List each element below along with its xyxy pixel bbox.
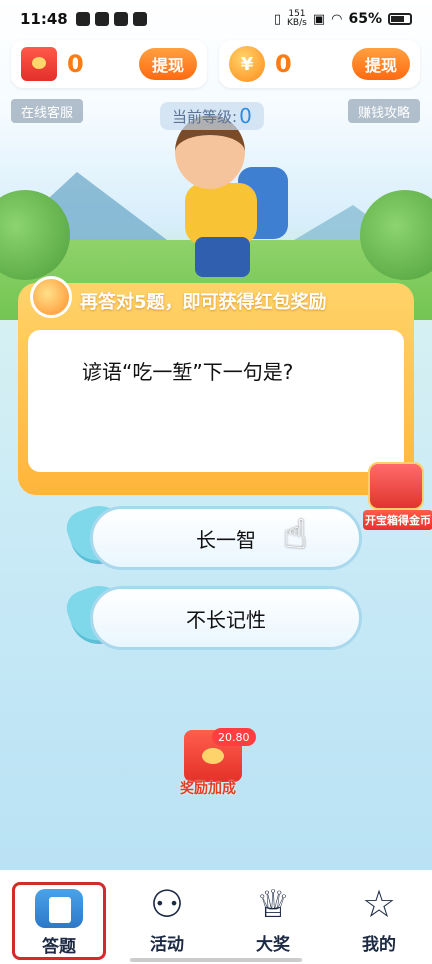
reward-bonus-badge: 20.80 [212,728,256,746]
wifi-icon: ◠ [331,11,343,27]
question-text: 谚语“吃一堑”下一句是? [82,360,294,384]
vibrate-icon: ▯ [273,11,282,27]
nav-tab-quiz[interactable]: 答题 [12,882,106,960]
treasure-label[interactable]: 开宝箱得金币 [363,510,432,530]
coin-balance: 0 [275,50,292,78]
answer-option-2[interactable]: 不长记性 [90,586,362,650]
nav-tab-mine[interactable]: ☆ 我的 [334,882,424,960]
battery-icon [388,13,412,25]
nav-label: 大奖 [256,935,290,955]
question-card [28,330,404,472]
nav-label: 答题 [42,937,76,957]
book-icon [35,889,83,928]
balloons-icon: ⚇ [149,882,185,926]
coin-withdraw-button[interactable]: 提现 [352,48,410,80]
battery-percent: 65% [348,11,382,27]
nav-label: 我的 [362,935,396,955]
star-face-icon: ☆ [361,882,397,926]
coin-icon: ¥ [229,46,265,82]
gallery-icon [132,12,147,26]
level-label: 当前等级: [172,107,238,126]
status-time: 11:48 [20,10,68,28]
coin-balance-card: ¥ 0 提现 [219,40,420,88]
earning-strategy-button[interactable]: 赚钱攻略 [348,99,421,123]
nav-tab-prize[interactable]: ♕ 大奖 [228,882,318,960]
nav-tab-activity[interactable]: ⚇ 活动 [122,882,212,960]
app-icon [113,12,128,26]
current-level: 当前等级: 0 [160,102,264,130]
network-speed: 151 KB/s [287,9,307,28]
pointing-hand-icon: ☝ [283,512,308,558]
status-bar: 11:48 ▯ 151 KB/s ▣ ◠ 65% [0,0,432,38]
redpack-balance: 0 [67,50,84,78]
red-envelope-icon [21,47,57,81]
sim-icon: ▣ [312,11,326,27]
reward-bonus-label[interactable]: 奖励加成 [180,778,236,798]
megaphone-icon [30,276,72,318]
promo-text: 再答对5题，即可获得红包奖励 [80,292,327,313]
home-indicator [130,958,302,962]
play-icon [94,12,109,26]
online-service-button[interactable]: 在线客服 [11,99,84,123]
level-value: 0 [239,104,252,128]
redpack-balance-card: 0 提现 [11,40,207,88]
nav-label: 活动 [150,935,184,955]
trophy-icon: ♕ [255,882,291,926]
notification-icon [75,12,90,26]
bottom-nav: 答题 ⚇ 活动 ♕ 大奖 ☆ 我的 [0,870,432,964]
treasure-chest-icon[interactable] [368,462,424,510]
redpack-withdraw-button[interactable]: 提现 [139,48,197,80]
